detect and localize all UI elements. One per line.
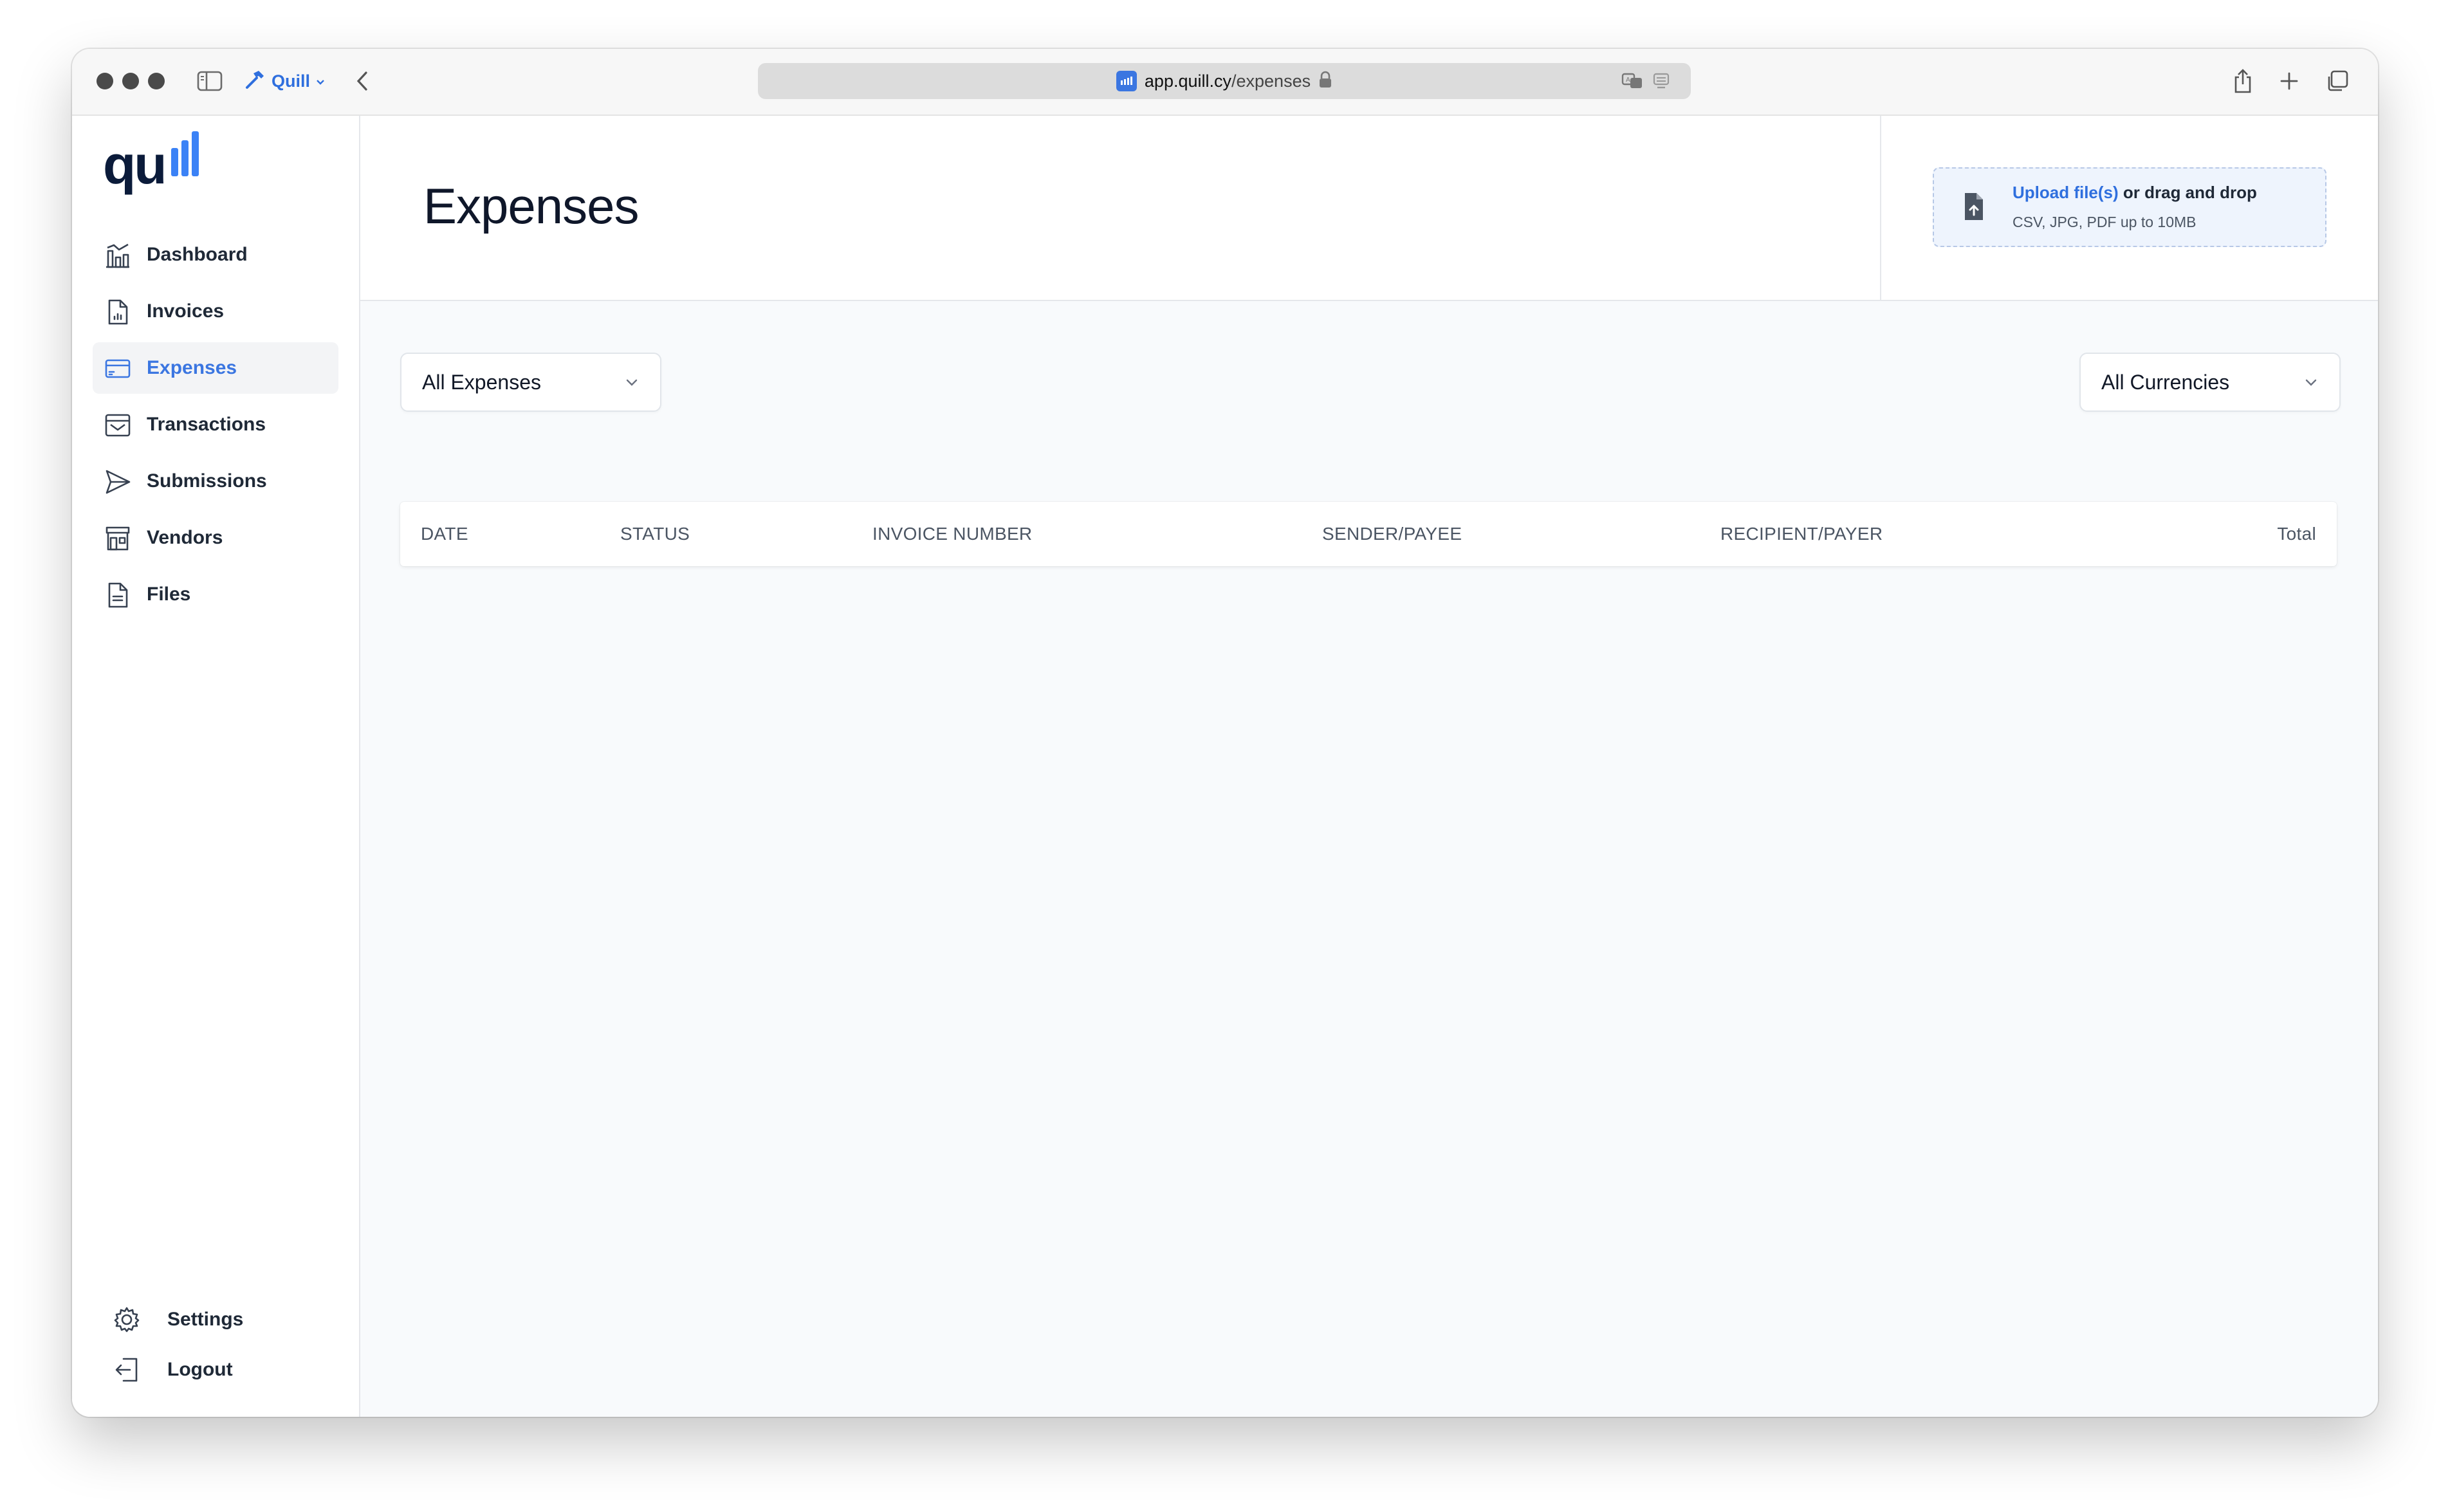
page-header: Expenses Upload file(s) or drag and drop… [360,116,2378,301]
quill-logo[interactable]: qu [103,131,232,193]
translate-icon[interactable]: A [1620,69,1646,93]
sidebar-item-vendors[interactable]: Vendors [93,512,338,564]
logo-bar [171,148,178,176]
document-icon [104,582,131,609]
sidebar-item-label: Dashboard [147,244,248,265]
share-icon[interactable] [2230,66,2256,97]
address-bar[interactable]: app.quill.cy/expenses A [758,63,1691,99]
storefront-icon [104,525,131,552]
upload-files-link[interactable]: Upload file(s) [2013,183,2119,202]
sidebar: qu Dashboard Invoices Expenses Transacti… [72,116,360,1417]
logout-link[interactable]: Logout [103,1345,335,1395]
sidebar-item-label: Expenses [147,357,237,378]
paper-plane-icon [104,468,131,495]
expense-type-select[interactable]: All Expenses [400,353,661,412]
sidebar-item-label: Transactions [147,414,266,435]
column-header-recipient-payer[interactable]: RECIPIENT/PAYER [1720,502,1883,566]
inbox-icon [104,412,131,439]
chevron-down-icon [2303,374,2319,390]
file-upload-icon [1957,190,1989,223]
new-tab-icon[interactable] [2276,68,2302,94]
close-window-button[interactable] [97,73,113,89]
main-content: Expenses Upload file(s) or drag and drop… [360,116,2378,1417]
upload-instructions: Upload file(s) or drag and drop [2013,183,2257,203]
screenshot: Quill app.quill.cy/expenses A qu Dashboa… [0,0,2450,1512]
logo-bar [181,140,189,176]
sidebar-item-files[interactable]: Files [93,569,338,620]
file-upload-dropzone[interactable]: Upload file(s) or drag and drop CSV, JPG… [1933,167,2326,247]
column-header-sender-payee[interactable]: SENDER/PAYEE [1322,502,1462,566]
site-favicon [1116,71,1137,91]
zoom-window-button[interactable] [148,73,165,89]
minimize-window-button[interactable] [122,73,139,89]
main-nav: Dashboard Invoices Expenses Transactions… [93,229,338,625]
gear-icon [113,1306,140,1333]
settings-label: Settings [167,1309,244,1330]
url-domain: app.quill.cy [1144,71,1231,91]
profile-name: Quill [272,71,310,91]
sidebar-toggle-icon[interactable] [196,68,224,94]
sidebar-item-expenses[interactable]: Expenses [93,342,338,394]
lock-icon [1318,71,1332,92]
logo-wordmark: qu [103,134,167,195]
chevron-down-icon [315,71,326,91]
chevron-down-icon [624,374,640,390]
column-header-date[interactable]: DATE [421,502,468,566]
settings-link[interactable]: Settings [103,1295,335,1345]
sidebar-footer: Settings Logout [103,1295,335,1395]
currency-value: All Currencies [2101,371,2230,394]
url-path: /expenses [1231,71,1311,91]
hammer-icon [244,68,266,95]
sidebar-item-invoices[interactable]: Invoices [93,286,338,337]
page-title: Expenses [423,178,640,234]
expense-type-value: All Expenses [422,371,541,394]
document-chart-icon [104,299,131,326]
sidebar-item-submissions[interactable]: Submissions [93,456,338,507]
app: qu Dashboard Invoices Expenses Transacti… [72,116,2378,1417]
upload-hint: CSV, JPG, PDF up to 10MB [2013,214,2197,230]
sidebar-item-dashboard[interactable]: Dashboard [93,229,338,281]
profile-switcher[interactable]: Quill [244,66,326,97]
header-divider [1880,116,1881,300]
chart-icon [104,242,131,269]
svg-text:A: A [1626,77,1630,84]
reader-icon[interactable] [1650,69,1673,93]
upload-drag-text: or drag and drop [2118,183,2257,202]
column-header-status[interactable]: STATUS [620,502,690,566]
sidebar-item-label: Invoices [147,300,225,322]
sidebar-item-label: Vendors [147,527,223,548]
column-header-invoice-number[interactable]: INVOICE NUMBER [872,502,1032,566]
browser-toolbar: Quill app.quill.cy/expenses A [72,49,2378,116]
expenses-table: DATE STATUS INVOICE NUMBER SENDER/PAYEE … [400,502,2337,566]
browser-window: Quill app.quill.cy/expenses A qu Dashboa… [72,49,2378,1417]
credit-card-icon [104,355,131,382]
back-icon[interactable] [350,68,376,94]
sidebar-item-label: Files [147,584,191,605]
currency-select[interactable]: All Currencies [2079,353,2341,412]
sidebar-item-transactions[interactable]: Transactions [93,399,338,450]
column-header-total[interactable]: Total [2277,502,2316,566]
logo-bar [192,131,199,176]
logout-label: Logout [167,1359,233,1380]
tab-overview-icon[interactable] [2324,68,2351,94]
sidebar-item-label: Submissions [147,470,267,492]
logout-icon [113,1356,140,1383]
